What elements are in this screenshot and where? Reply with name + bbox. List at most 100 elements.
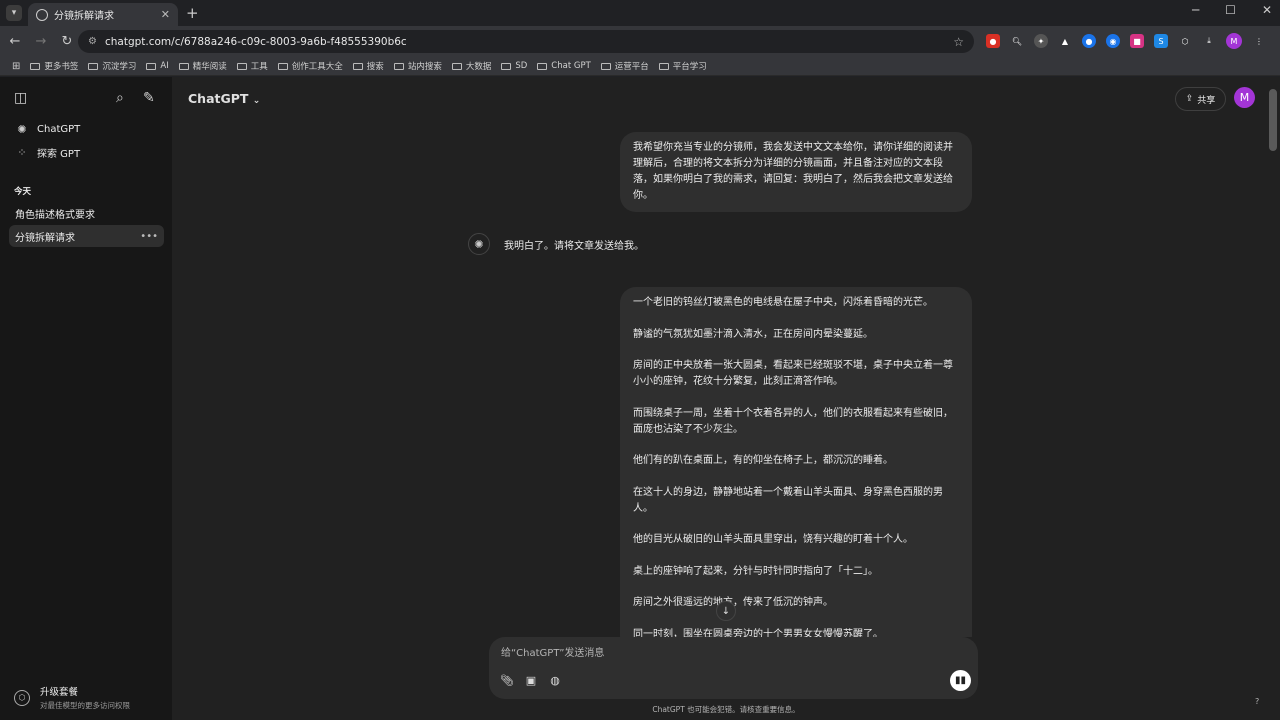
close-tab-icon[interactable]: ✕	[161, 8, 170, 21]
extension-icon[interactable]: ✦	[1034, 34, 1048, 48]
paragraph: 房间之外很遥远的地方，传来了低沉的钟声。	[633, 597, 833, 608]
globe-icon[interactable]: ◍	[548, 673, 562, 687]
folder-icon	[393, 62, 404, 70]
attach-icon[interactable]: 📎︎	[500, 673, 514, 687]
paragraph: 他们有的趴在桌面上，有的仰坐在椅子上，都沉沉的睡着。	[633, 455, 893, 466]
bookmark-label: 沉淀学习	[102, 62, 137, 72]
history-item[interactable]: 角色描述格式要求	[9, 202, 164, 224]
new-chat-icon[interactable]: ✎	[143, 90, 155, 106]
sidebar-item-explore-gpt[interactable]: ⁘ 探索 GPT	[9, 141, 164, 163]
composer: 📎︎ ▣ ◍ ▮▮	[489, 637, 978, 699]
bookmark-folder[interactable]: 运营平台	[600, 60, 649, 72]
scroll-to-bottom-button[interactable]: ↓	[716, 601, 736, 621]
bookmark-folder[interactable]: 搜索	[352, 60, 384, 72]
sidebar: ◫ ⌕ ✎ ✺ ChatGPT ⁘ 探索 GPT 今天 角色描述格式要求 分镜拆…	[0, 77, 172, 720]
tab-title: 分镜拆解请求	[54, 11, 114, 22]
tab-search-icon[interactable]: ▾	[6, 5, 22, 21]
folder-icon	[277, 62, 288, 70]
bookmark-star-icon[interactable]: ☆	[953, 35, 964, 49]
folder-icon	[178, 62, 189, 70]
browser-tab[interactable]: 分镜拆解请求 ✕	[28, 3, 178, 26]
paragraph: 静谧的气氛犹如墨汁滴入清水，正在房间内晕染蔓延。	[633, 328, 873, 340]
bookmark-label: Chat GPT	[551, 61, 591, 71]
sidebar-toggle-icon[interactable]: ◫	[14, 90, 27, 106]
assistant-message: ✺ 我明白了。请将文章发送给我。	[468, 233, 644, 255]
paragraph: 桌上的座钟响了起来，分针与时针同时指向了「十二」。	[633, 565, 878, 577]
close-window-icon[interactable]: ✕	[1262, 3, 1272, 17]
bookmark-label: 工具	[250, 62, 268, 72]
bookmark-folder[interactable]: 沉淀学习	[88, 60, 136, 72]
conversation-area: 我希望你充当专业的分镜师，我会发送中文文本给你，请你详细的阅读并理解后，合理的将…	[172, 77, 1280, 637]
mountain-extension-icon[interactable]: ▲	[1058, 34, 1072, 48]
folder-icon	[236, 62, 247, 70]
bookmark-folder[interactable]: 大数据	[451, 60, 492, 72]
search-icon[interactable]: ⌕	[116, 90, 124, 106]
folder-icon	[88, 62, 99, 70]
back-icon[interactable]: ←	[4, 34, 26, 49]
bookmark-folder[interactable]: Chat GPT	[537, 61, 591, 71]
help-icon[interactable]: ?	[1255, 697, 1259, 706]
sidebar-item-chatgpt[interactable]: ✺ ChatGPT	[9, 118, 164, 140]
folder-icon	[30, 62, 41, 70]
apps-grid-icon[interactable]: ⊞	[12, 61, 20, 72]
bookmark-folder[interactable]: 平台学习	[658, 60, 707, 72]
tools-icon[interactable]: ▣	[524, 673, 538, 687]
paragraph: 他的目光从破旧的山羊头面具里穿出，饶有兴趣的盯着十个人。	[633, 534, 913, 545]
user-message: 一个老旧的钨丝灯被黑色的电线悬在屋子中央，闪烁着昏暗的光芒。 静谧的气氛犹如墨汁…	[620, 287, 972, 637]
minimize-icon[interactable]: ─	[1192, 3, 1199, 17]
browser-profile-icon[interactable]: M	[1226, 33, 1242, 49]
chatgpt-logo-icon: ✺	[468, 233, 490, 255]
history-item-label: 角色描述格式要求	[15, 209, 95, 221]
window-controls: ─ ☐ ✕	[1192, 3, 1272, 17]
bookmark-folder[interactable]: 工具	[236, 60, 268, 72]
chatgpt-logo-icon: ✺	[17, 122, 27, 136]
bookmark-folder[interactable]: 站内搜索	[393, 60, 442, 72]
address-bar[interactable]: ⚙ chatgpt.com/c/6788a246-c09c-8003-9a6b-…	[78, 30, 974, 53]
bookmark-folder[interactable]: 更多书签	[30, 60, 78, 72]
folder-icon	[658, 62, 669, 70]
user-message-text: 我希望你充当专业的分镜师，我会发送中文文本给你，请你详细的阅读并理解后，合理的将…	[633, 142, 953, 201]
compass-extension-icon[interactable]: ◉	[1106, 34, 1120, 48]
folder-icon	[352, 62, 363, 70]
composer-tools: 📎︎ ▣ ◍	[500, 673, 562, 687]
folder-icon	[451, 62, 462, 70]
browser-toolbar: ← → ↻ ⚙ chatgpt.com/c/6788a246-c09c-8003…	[0, 26, 1280, 57]
bookmark-folder[interactable]: SD	[501, 61, 527, 71]
extension-icon[interactable]: ■	[1130, 34, 1144, 48]
upgrade-plan-button[interactable]: ⬡ 升级套餐 对最佳模型的更多访问权限	[14, 684, 130, 711]
history-item-active[interactable]: 分镜拆解请求 •••	[9, 225, 164, 247]
download-icon[interactable]: ⤓	[1202, 34, 1216, 48]
message-input[interactable]	[501, 645, 961, 661]
s-extension-icon[interactable]: S	[1154, 34, 1168, 48]
grid-icon: ⁘	[17, 145, 27, 159]
bookmark-folder[interactable]: AI	[146, 61, 169, 71]
new-tab-icon[interactable]: +	[186, 4, 199, 22]
bookmark-label: 站内搜索	[407, 62, 442, 72]
voice-mode-icon[interactable]: ▮▮	[950, 670, 971, 691]
bookmark-folder[interactable]: 创作工具大全	[277, 60, 343, 72]
maximize-icon[interactable]: ☐	[1225, 3, 1236, 17]
bookmark-label: 创作工具大全	[291, 62, 343, 72]
sidebar-item-label: 探索 GPT	[37, 148, 81, 160]
screenshot-extension-icon[interactable]: ●	[986, 34, 1000, 48]
puzzle-extensions-icon[interactable]: ⬡	[1178, 34, 1192, 48]
bookmark-label: 更多书签	[44, 62, 79, 72]
forward-icon[interactable]: →	[30, 34, 52, 49]
url-text: chatgpt.com/c/6788a246-c09c-8003-9a6b-f4…	[104, 35, 407, 48]
bookmark-label: SD	[515, 61, 528, 71]
extensions-row: ● 🔍︎ ✦ ▲ ● ◉ ■ S ⬡ ⤓ M ⋮	[986, 33, 1266, 49]
more-options-icon[interactable]: •••	[140, 231, 158, 242]
bookmarks-bar: ⊞ 更多书签 沉淀学习 AI 精华阅读 工具 创作工具大全 搜索 站内搜索 大数…	[0, 57, 1280, 76]
zoom-extension-icon[interactable]: 🔍︎	[1010, 34, 1024, 48]
site-info-icon[interactable]: ⚙	[88, 36, 97, 47]
upgrade-icon: ⬡	[14, 689, 30, 706]
menu-kebab-icon[interactable]: ⋮	[1252, 34, 1266, 48]
history-section-title: 今天	[14, 187, 32, 197]
bookmark-label: 大数据	[465, 62, 492, 72]
bookmark-folder[interactable]: 精华阅读	[178, 60, 227, 72]
extension-icon[interactable]: ●	[1082, 34, 1096, 48]
reload-icon[interactable]: ↻	[56, 34, 78, 49]
bookmark-label: 精华阅读	[192, 62, 227, 72]
history-item-label: 分镜拆解请求	[15, 232, 75, 244]
folder-icon	[146, 62, 157, 70]
